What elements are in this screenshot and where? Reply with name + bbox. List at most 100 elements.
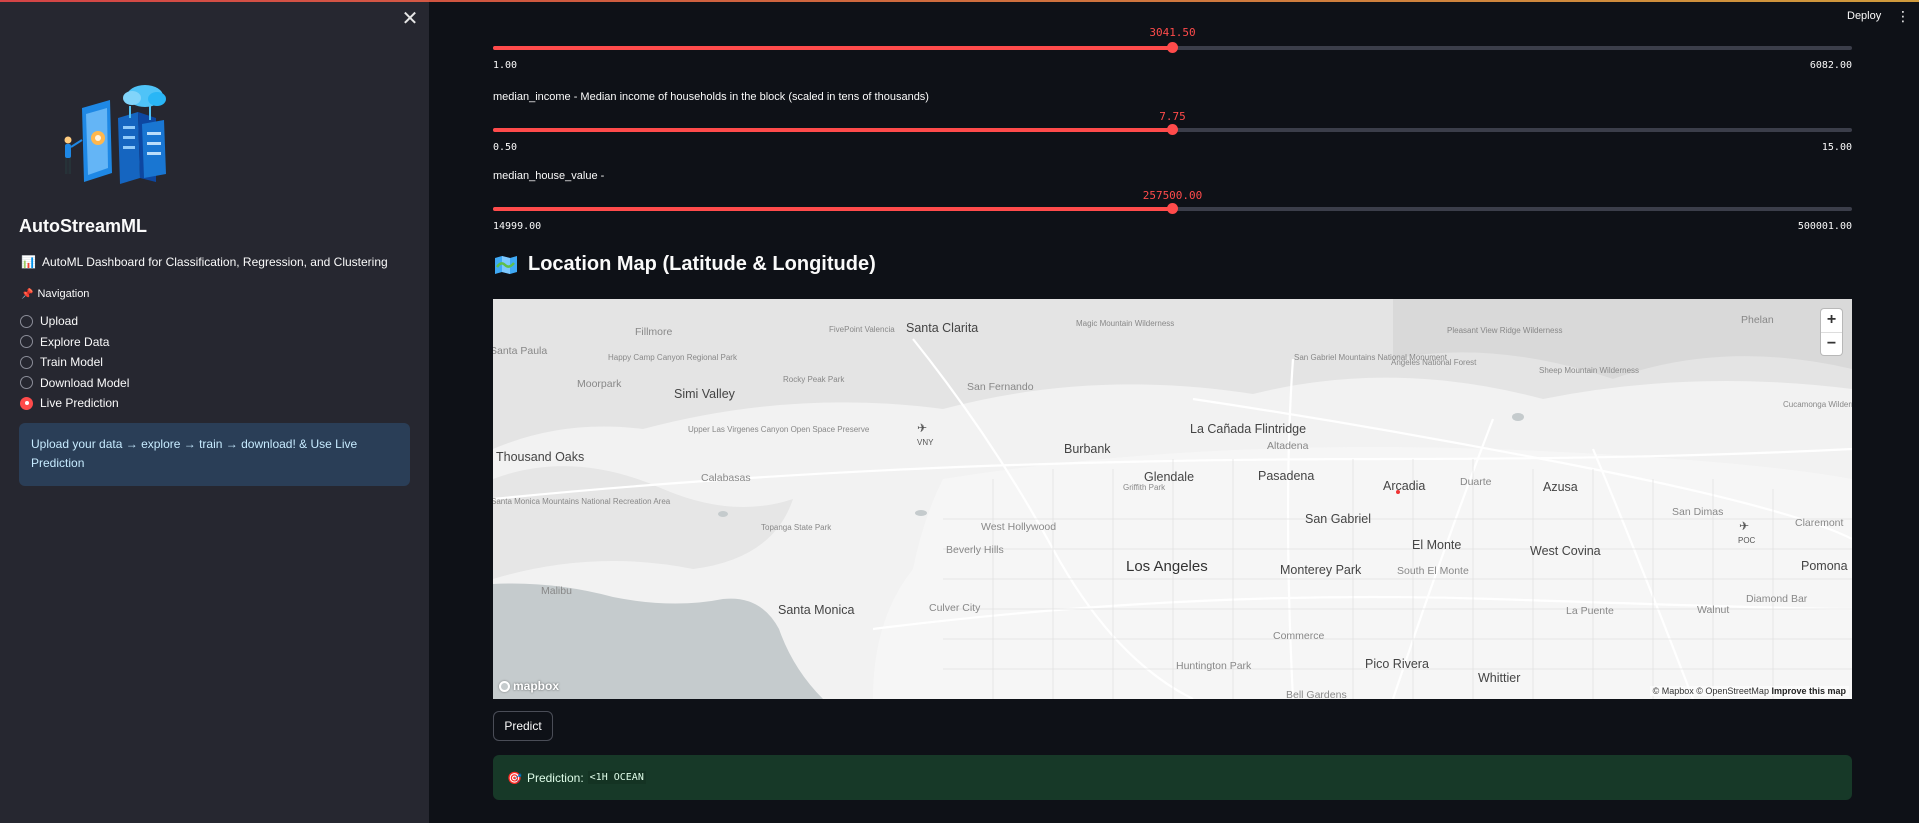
slider-min: 0.50	[493, 142, 518, 153]
map-label: Moorpark	[577, 378, 622, 390]
deploy-button[interactable]: Deploy	[1847, 10, 1881, 22]
map-label: Arcadia	[1383, 479, 1426, 493]
map-label: Santa Clarita	[906, 321, 979, 335]
map-label: Beverly Hills	[946, 544, 1004, 556]
zoom-controls: + −	[1821, 309, 1842, 355]
map-label: Pleasant View Ridge Wilderness	[1447, 326, 1563, 335]
radio-label: Download Model	[40, 375, 130, 390]
map-label: FivePoint Valencia	[829, 325, 895, 334]
nav-radio-download-model[interactable]: Download Model	[20, 373, 129, 394]
slider-thumb[interactable]	[1167, 124, 1178, 135]
slider-track[interactable]: 3041.50	[493, 26, 1852, 53]
map-label: Cucamonga Wilderness	[1783, 400, 1852, 409]
map-label: Claremont	[1795, 517, 1844, 529]
close-icon[interactable]: ✕	[401, 9, 419, 29]
airport-icon: ✈	[1739, 519, 1750, 533]
slider-min: 1.00	[493, 60, 518, 71]
slider-min: 14999.00	[493, 221, 542, 232]
map-label: West Covina	[1530, 544, 1601, 558]
map-label: Pico Rivera	[1365, 657, 1429, 671]
slider-max: 6082.00	[1809, 60, 1852, 71]
map-label: Bell Gardens	[1286, 689, 1347, 699]
slider-median-house-value: median_house_value - 257500.00 14999.00 …	[493, 170, 1852, 232]
slider-thumb[interactable]	[1167, 42, 1178, 53]
map-label: Angeles National Forest	[1391, 358, 1477, 367]
slider-max: 500001.00	[1797, 221, 1852, 232]
map-label: La Puente	[1566, 605, 1614, 617]
target-icon: 🎯	[507, 770, 522, 785]
mapbox-logo-text: mapbox	[513, 679, 560, 693]
map-label: Pasadena	[1258, 469, 1315, 483]
map-label: Santa Monica	[778, 603, 855, 617]
map-label: Glendale	[1144, 470, 1195, 484]
location-marker	[1396, 490, 1400, 494]
slider-track[interactable]: 257500.00	[493, 189, 1852, 214]
map-label: Sheep Mountain Wilderness	[1539, 366, 1640, 375]
map-label: Simi Valley	[674, 387, 735, 401]
map-label: San Dimas	[1672, 506, 1724, 518]
attribution-text[interactable]: © Mapbox © OpenStreetMap	[1653, 686, 1769, 696]
nav-radio-upload[interactable]: Upload	[20, 311, 129, 332]
slider-median-income: median_income - Median income of househo…	[493, 91, 1852, 153]
app-description: 📊 AutoML Dashboard for Classification, Re…	[21, 255, 388, 269]
slider-range: 0.50 15.00	[493, 142, 1852, 153]
kebab-menu-icon[interactable]: ⋮	[1896, 9, 1910, 23]
map-label: Rocky Peak Park	[783, 375, 845, 384]
app-logo	[64, 85, 166, 184]
slider-fill	[493, 207, 1173, 211]
slider-label: median_income - Median income of househo…	[493, 91, 929, 103]
navigation-label-text: Navigation	[37, 288, 90, 300]
nav-radio-train-model[interactable]: Train Model	[20, 352, 129, 373]
radio-label: Train Model	[40, 355, 103, 370]
slider-label: median_house_value -	[493, 170, 605, 182]
map-label: Diamond Bar	[1746, 593, 1808, 605]
mapbox-logo[interactable]: mapbox	[499, 679, 559, 693]
improve-map-link[interactable]: Improve this map	[1771, 686, 1846, 696]
slider-track[interactable]: 7.75	[493, 110, 1852, 135]
nav-radio-live-prediction[interactable]: Live Prediction	[20, 393, 129, 414]
location-map[interactable]: Los Angeles Santa Clarita Simi Valley Th…	[493, 299, 1852, 699]
map-label: Happy Camp Canyon Regional Park	[608, 353, 737, 362]
map-label: Topanga State Park	[761, 523, 832, 532]
radio-label: Live Prediction	[40, 396, 119, 411]
radio-button[interactable]	[20, 376, 33, 390]
map-label: Altadena	[1267, 440, 1309, 452]
predict-button[interactable]: Predict	[493, 711, 553, 741]
map-label: Whittier	[1478, 671, 1521, 685]
zoom-out-button[interactable]: −	[1821, 332, 1842, 355]
slider-value: 3041.50	[1149, 26, 1196, 39]
map-label: West Hollywood	[981, 521, 1057, 533]
map-label: Santa Monica Mountains National Recreati…	[493, 497, 670, 506]
nav-radio-explore-data[interactable]: Explore Data	[20, 332, 129, 353]
map-label: Walnut	[1697, 604, 1730, 616]
map-label: POC	[1738, 536, 1756, 545]
navigation-radio-group: Upload Explore Data Train Model Download…	[20, 311, 129, 414]
slider-value: 257500.00	[1142, 189, 1203, 202]
map-label: San Fernando	[967, 381, 1034, 393]
map-label: South El Monte	[1397, 565, 1469, 577]
radio-button[interactable]	[20, 314, 33, 328]
map-label: San Gabriel Mountains National Monument	[1294, 353, 1447, 362]
map-label: Pomona	[1801, 559, 1848, 573]
prediction-result: 🎯 Prediction: <1H OCEAN	[493, 755, 1852, 800]
info-box: Upload your data → explore → train → dow…	[19, 423, 410, 486]
radio-button[interactable]	[20, 355, 33, 369]
slider-range: 1.00 6082.00	[493, 60, 1852, 71]
sidebar: ✕ AutoStreamML 📊 AutoML Dashboard for Cla…	[0, 0, 429, 823]
map-label: San Gabriel	[1305, 512, 1372, 526]
slider-thumb[interactable]	[1167, 203, 1178, 214]
map-label: Duarte	[1460, 476, 1492, 488]
radio-label: Explore Data	[40, 334, 110, 349]
map-label: Magic Mountain Wilderness	[1076, 319, 1175, 328]
map-heading-text: Location Map (Latitude & Longitude)	[528, 253, 876, 275]
map-label: Santa Paula	[493, 345, 548, 357]
map-label: VNY	[917, 438, 934, 447]
map-label: Thousand Oaks	[496, 450, 585, 464]
slider-value: 7.75	[1159, 110, 1186, 123]
map-label: Azusa	[1543, 480, 1578, 494]
map-label: La Cañada Flintridge	[1190, 422, 1307, 436]
radio-button-selected[interactable]	[20, 396, 33, 410]
zoom-in-button[interactable]: +	[1821, 309, 1842, 332]
radio-button[interactable]	[20, 335, 33, 349]
radio-label: Upload	[40, 314, 79, 329]
